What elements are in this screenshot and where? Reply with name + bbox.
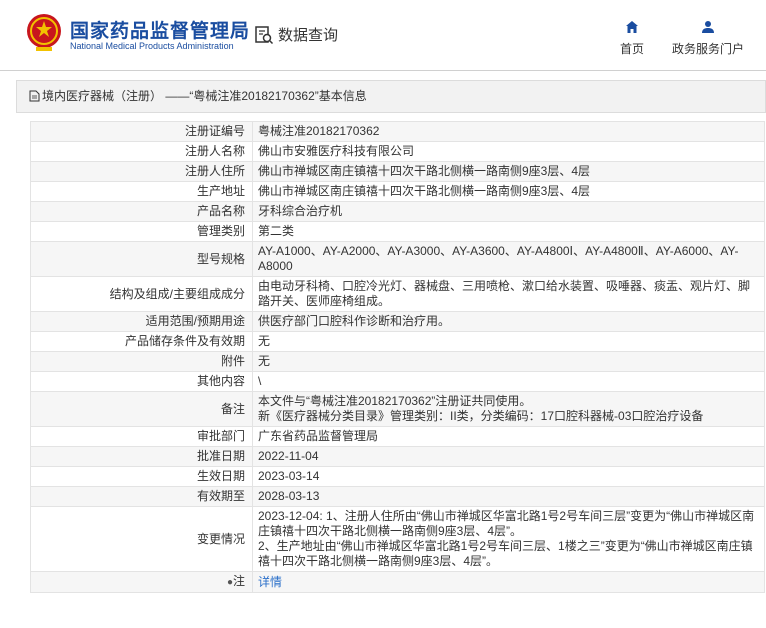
nav-gov-portal[interactable]: 政务服务门户 xyxy=(670,18,746,57)
breadcrumb-separator: —— xyxy=(165,89,190,103)
row-label: 产品名称 xyxy=(30,201,253,222)
table-row: 注册人住所 佛山市禅城区南庄镇禧十四次干路北侧横一路南侧9座3层、4层 xyxy=(30,161,765,182)
note-row: ●注 详情 xyxy=(30,571,765,593)
home-icon xyxy=(626,21,638,33)
row-label: 管理类别 xyxy=(30,221,253,242)
table-row: 管理类别 第二类 xyxy=(30,221,765,242)
detail-table: 注册证编号 粤械注准20182170362 注册人名称 佛山市安雅医疗科技有限公司 注册… xyxy=(30,121,765,593)
row-value: 本文件与“粤械注准20182170362”注册证共同使用。 新《医疗器械分类目录… xyxy=(252,391,765,427)
row-value: 无 xyxy=(252,331,765,352)
row-value: 2023-03-14 xyxy=(252,466,765,487)
table-row: 批准日期 2022-11-04 xyxy=(30,446,765,467)
row-value: 佛山市安雅医疗科技有限公司 xyxy=(252,141,765,162)
nav-gov-label: 政务服务门户 xyxy=(671,42,744,56)
table-row: 有效期至 2028-03-13 xyxy=(30,486,765,507)
row-value: 广东省药品监督管理局 xyxy=(252,426,765,447)
row-label: 注册人名称 xyxy=(30,141,253,162)
row-value: 佛山市禅城区南庄镇禧十四次干路北侧横一路南侧9座3层、4层 xyxy=(252,161,765,182)
data-query-link[interactable]: 数据查询 xyxy=(254,24,338,45)
row-value: 佛山市禅城区南庄镇禧十四次干路北侧横一路南侧9座3层、4层 xyxy=(252,181,765,202)
table-row: 结构及组成/主要组成成分 由电动牙科椅、口腔冷光灯、器械盘、三用喷枪、漱口给水装置… xyxy=(30,276,765,312)
row-value: 无 xyxy=(252,351,765,372)
row-label: 变更情况 xyxy=(30,506,253,572)
document-icon xyxy=(29,90,40,102)
national-emblem-icon xyxy=(27,14,61,51)
row-value: 2022-11-04 xyxy=(252,446,765,467)
breadcrumb: 境内医疗器械（注册） ——“粤械注准20182170362”基本信息 xyxy=(16,80,766,113)
note-value-cell: 详情 xyxy=(252,571,765,593)
table-row: 注册人名称 佛山市安雅医疗科技有限公司 xyxy=(30,141,765,162)
row-value: 牙科综合治疗机 xyxy=(252,201,765,222)
row-label: 批准日期 xyxy=(30,446,253,467)
row-label: 注册人住所 xyxy=(30,161,253,182)
main-content: 境内医疗器械（注册） ——“粤械注准20182170362”基本信息 注册证编号… xyxy=(16,80,766,593)
table-row: 变更情况 2023-12-04: 1、注册人住所由“佛山市禅城区华富北路1号2号车… xyxy=(30,506,765,572)
table-row: 生产地址 佛山市禅城区南庄镇禧十四次干路北侧横一路南侧9座3层、4层 xyxy=(30,181,765,202)
note-label-cell: ●注 xyxy=(30,571,253,593)
user-icon xyxy=(702,21,714,33)
row-label: 备注 xyxy=(30,391,253,427)
row-label: 附件 xyxy=(30,351,253,372)
row-value: \ xyxy=(252,371,765,392)
row-value: 供医疗部门口腔科作诊断和治疗用。 xyxy=(252,311,765,332)
row-value: 第二类 xyxy=(252,221,765,242)
nav-home-label: 首页 xyxy=(619,42,644,56)
row-value: 由电动牙科椅、口腔冷光灯、器械盘、三用喷枪、漱口给水装置、吸唾器、痰盂、观片灯、… xyxy=(252,276,765,312)
details-link[interactable]: 详情 xyxy=(258,575,282,589)
site-title[interactable]: 国家药品监督管理局 xyxy=(70,16,250,43)
row-label: 生效日期 xyxy=(30,466,253,487)
row-label: 注册证编号 xyxy=(30,121,253,142)
row-label: 有效期至 xyxy=(30,486,253,507)
table-row: 生效日期 2023-03-14 xyxy=(30,466,765,487)
row-label: 型号规格 xyxy=(30,241,253,277)
table-row: 其他内容 \ xyxy=(30,371,765,392)
table-row: 产品储存条件及有效期无 xyxy=(30,331,765,352)
row-label: 产品储存条件及有效期 xyxy=(30,331,253,352)
search-document-icon xyxy=(255,25,274,44)
row-label: 结构及组成/主要组成成分 xyxy=(30,276,253,312)
table-row: 型号规格 AY-A1000、AY-A2000、AY-A3000、AY-A3600、… xyxy=(30,241,765,277)
row-label: 适用范围/预期用途 xyxy=(30,311,253,332)
row-value: 2023-12-04: 1、注册人住所由“佛山市禅城区华富北路1号2号车间三层”… xyxy=(252,506,765,572)
site-subtitle: National Medical Products Administration xyxy=(70,41,234,51)
table-row: 备注 本文件与“粤械注准20182170362”注册证共同使用。 新《医疗器械分类… xyxy=(30,391,765,427)
row-label: 其他内容 xyxy=(30,371,253,392)
table-row: 附件无 xyxy=(30,351,765,372)
row-value: 粤械注准20182170362 xyxy=(252,121,765,142)
breadcrumb-category[interactable]: 境内医疗器械（注册） xyxy=(42,89,162,103)
row-value: AY-A1000、AY-A2000、AY-A3000、AY-A3600、AY-A… xyxy=(252,241,765,277)
table-row: 注册证编号 粤械注准20182170362 xyxy=(30,121,765,142)
table-row: 审批部门 广东省药品监督管理局 xyxy=(30,426,765,447)
row-label: 审批部门 xyxy=(30,426,253,447)
row-label: 生产地址 xyxy=(30,181,253,202)
note-label: 注 xyxy=(232,574,245,588)
site-header: 国家药品监督管理局 National Medical Products Admi… xyxy=(0,0,766,71)
nav-home[interactable]: 首页 xyxy=(618,18,646,57)
breadcrumb-record: “粤械注准20182170362”基本信息 xyxy=(189,89,367,103)
table-row: 适用范围/预期用途 供医疗部门口腔科作诊断和治疗用。 xyxy=(30,311,765,332)
row-value: 2028-03-13 xyxy=(252,486,765,507)
data-query-label: 数据查询 xyxy=(278,27,339,44)
table-row: 产品名称 牙科综合治疗机 xyxy=(30,201,765,222)
